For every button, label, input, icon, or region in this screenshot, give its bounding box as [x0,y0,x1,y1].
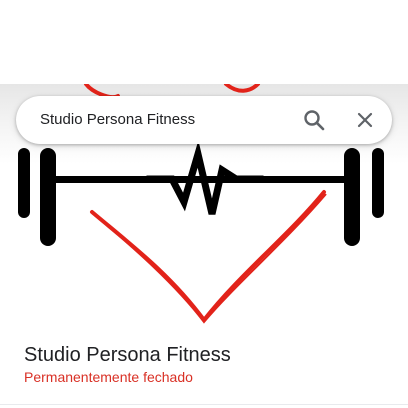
place-name: Studio Persona Fitness [24,344,231,366]
place-status: Permanentemente fechado [24,369,193,385]
heartbeat-line [146,140,264,215]
search-icon[interactable] [300,106,328,134]
right-inner-plate [344,148,360,246]
left-inner-plate [40,148,56,246]
divider [0,404,408,405]
right-outer-plate [372,148,384,218]
close-icon[interactable] [351,106,379,134]
top-blank-area [0,0,408,84]
left-outer-plate [18,148,30,218]
search-input[interactable]: Studio Persona Fitness [40,110,195,130]
search-bar[interactable]: Studio Persona Fitness [16,96,392,144]
